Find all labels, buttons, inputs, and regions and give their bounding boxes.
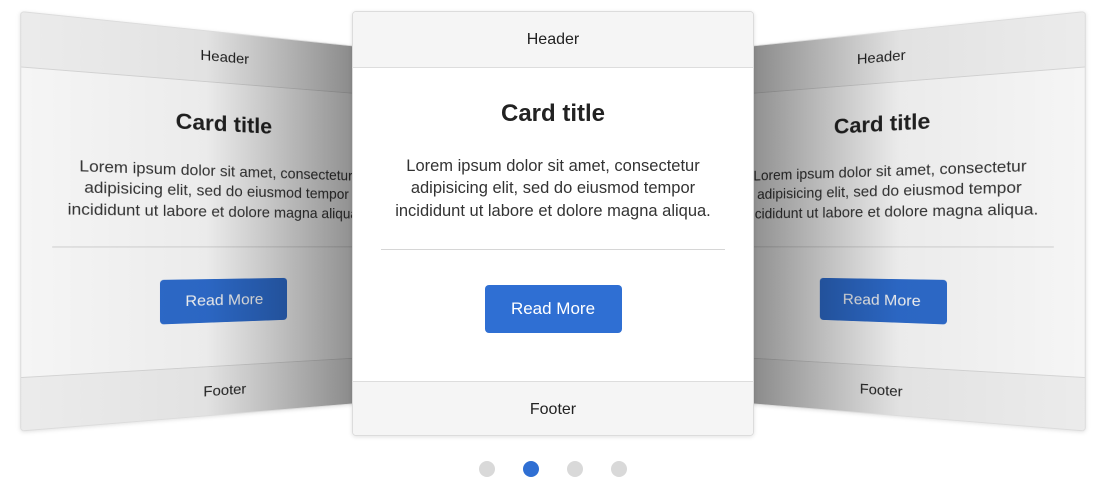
card-footer: Footer	[353, 381, 753, 435]
pagination-dot-4[interactable]	[611, 461, 627, 477]
card-body: Card title Lorem ipsum dolor sit amet, c…	[711, 67, 1085, 377]
pagination-dot-3[interactable]	[567, 461, 583, 477]
card-header: Header	[353, 12, 753, 68]
pagination-dot-1[interactable]	[479, 461, 495, 477]
card-divider	[733, 246, 1054, 248]
carousel-card-active: Header Card title Lorem ipsum dolor sit …	[352, 11, 754, 436]
card-carousel: Header Card title Lorem ipsum dolor sit …	[0, 0, 1106, 492]
card-text: Lorem ipsum dolor sit amet, consectetur …	[744, 157, 1039, 222]
carousel-pagination	[0, 461, 1106, 477]
card-text: Lorem ipsum dolor sit amet, consectetur …	[395, 157, 711, 220]
read-more-button[interactable]: Read More	[159, 277, 287, 325]
card-body: Card title Lorem ipsum dolor sit amet, c…	[21, 67, 395, 377]
card-divider	[381, 248, 725, 250]
card-text: Lorem ipsum dolor sit amet, consectetur …	[67, 157, 362, 222]
carousel-card-next[interactable]: Header Card title Lorem ipsum dolor sit …	[710, 10, 1086, 432]
card-divider	[52, 246, 373, 248]
card-body: Card title Lorem ipsum dolor sit amet, c…	[353, 68, 753, 381]
read-more-button[interactable]: Read More	[819, 277, 947, 325]
card-title: Card title	[500, 100, 605, 127]
pagination-dot-2-active[interactable]	[523, 461, 539, 477]
carousel-card-previous[interactable]: Header Card title Lorem ipsum dolor sit …	[20, 10, 396, 432]
read-more-button[interactable]: Read More	[484, 284, 622, 333]
